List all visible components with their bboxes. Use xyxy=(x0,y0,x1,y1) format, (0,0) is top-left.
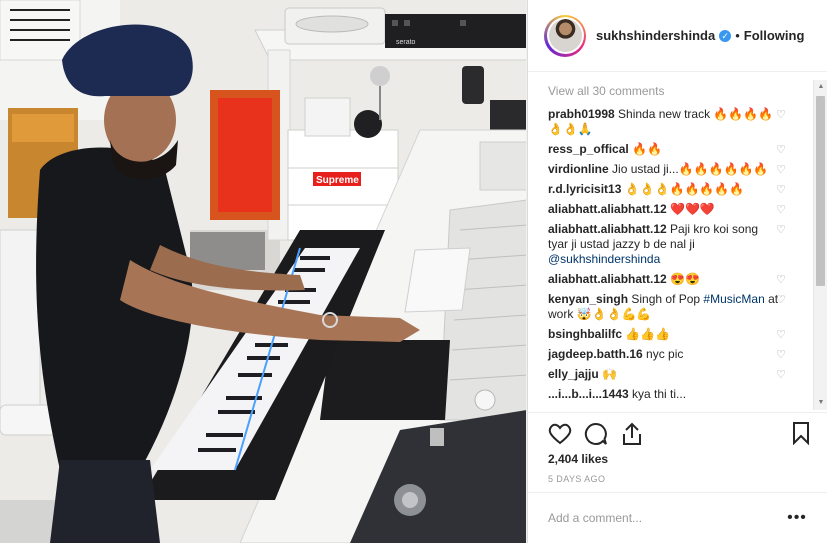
comment-text: 😍😍 xyxy=(666,272,700,286)
like-comment-heart-icon[interactable]: ♡ xyxy=(776,274,788,286)
comment-username[interactable]: ress_p_offical xyxy=(548,142,629,156)
share-icon[interactable] xyxy=(618,420,646,448)
studio-photo-illustration: serato Supreme xyxy=(0,0,526,543)
like-comment-heart-icon[interactable]: ♡ xyxy=(776,109,788,121)
comment-bubble-icon[interactable] xyxy=(582,420,610,448)
comment-username[interactable]: jagdeep.batth.16 xyxy=(548,347,643,361)
comment-text: Singh of Pop xyxy=(628,292,704,306)
add-comment-input[interactable]: Add a comment... xyxy=(548,511,782,525)
post-header: sukhshindershinda ✓ • Following xyxy=(528,0,827,72)
comment-item: prabh01998 Shinda new track 🔥🔥🔥🔥👌👌🙏 ♡ xyxy=(528,107,827,137)
comment-username[interactable]: aliabhatt.aliabhatt.12 xyxy=(548,272,667,286)
comment-item: kenyan_singh Singh of Pop #MusicMan at w… xyxy=(528,292,827,322)
comment-username[interactable]: kenyan_singh xyxy=(548,292,628,306)
comment-username[interactable]: aliabhatt.aliabhatt.12 xyxy=(548,202,667,216)
like-comment-heart-icon[interactable]: ♡ xyxy=(776,164,788,176)
username-link[interactable]: sukhshindershinda xyxy=(596,28,715,43)
like-comment-heart-icon[interactable]: ♡ xyxy=(776,294,788,306)
comment-item: aliabhatt.aliabhatt.12 ❤️❤️❤️ ♡ xyxy=(528,202,827,217)
comment-item: ...i...b...i...1443 kya thi ti... xyxy=(528,387,827,402)
like-comment-heart-icon[interactable]: ♡ xyxy=(776,204,788,216)
comments-scrollbar[interactable]: ▲ ▼ xyxy=(813,80,827,410)
post-details-panel: sukhshindershinda ✓ • Following View all… xyxy=(527,0,827,543)
like-comment-heart-icon[interactable]: ♡ xyxy=(776,329,788,341)
post-photo[interactable]: serato Supreme xyxy=(0,0,527,543)
like-heart-icon[interactable] xyxy=(546,420,574,448)
comment-item: r.d.lyricisit13 👌👌👌🔥🔥🔥🔥🔥 ♡ xyxy=(528,182,827,197)
comment-item: jagdeep.batth.16 nyc pic ♡ xyxy=(528,347,827,362)
comment-username[interactable]: ...i...b...i...1443 xyxy=(548,387,629,401)
comment-hashtag-link[interactable]: #MusicMan xyxy=(703,292,764,306)
comments-list[interactable]: View all 30 comments prabh01998 Shinda n… xyxy=(528,80,827,410)
separator-dot: • xyxy=(735,28,740,43)
comment-text: kya thi ti... xyxy=(628,387,687,401)
comment-text: 👍👍👍 xyxy=(622,327,671,341)
comment-text: 🔥🔥 xyxy=(628,142,662,156)
more-options-icon[interactable]: ••• xyxy=(782,509,812,527)
following-button[interactable]: Following xyxy=(744,28,805,43)
comment-mention-link[interactable]: @sukhshindershinda xyxy=(548,252,660,266)
like-comment-heart-icon[interactable]: ♡ xyxy=(776,369,788,381)
supreme-logo: Supreme xyxy=(316,175,359,186)
like-comment-heart-icon[interactable]: ♡ xyxy=(776,349,788,361)
comment-username[interactable]: r.d.lyricisit13 xyxy=(548,182,621,196)
likes-count[interactable]: 2,404 likes xyxy=(548,452,608,466)
comment-item: ress_p_offical 🔥🔥 ♡ xyxy=(528,142,827,157)
comment-username[interactable]: prabh01998 xyxy=(548,107,615,121)
comment-text: 🙌 xyxy=(598,367,617,381)
post-timestamp: 5 DAYS AGO xyxy=(548,474,606,484)
scroll-up-arrow-icon[interactable]: ▲ xyxy=(814,80,827,94)
avatar[interactable] xyxy=(544,14,586,57)
save-bookmark-icon[interactable] xyxy=(792,421,810,450)
serato-label: serato xyxy=(396,39,416,46)
comment-item: virdionline Jio ustad ji...🔥🔥🔥🔥🔥🔥 ♡ xyxy=(528,162,827,177)
comment-username[interactable]: virdionline xyxy=(548,162,609,176)
comment-item: aliabhatt.aliabhatt.12 Paji kro koi song… xyxy=(528,222,827,267)
verified-badge-icon: ✓ xyxy=(719,29,732,42)
comment-username[interactable]: elly_jajju xyxy=(548,367,599,381)
post-actions-bar xyxy=(528,412,827,454)
comment-text: 👌👌👌🔥🔥🔥🔥🔥 xyxy=(621,182,745,196)
comment-text: ❤️❤️❤️ xyxy=(666,202,715,216)
like-comment-heart-icon[interactable]: ♡ xyxy=(776,224,788,236)
comment-text: Jio ustad ji...🔥🔥🔥🔥🔥🔥 xyxy=(608,162,769,176)
scroll-down-arrow-icon[interactable]: ▼ xyxy=(814,396,827,410)
view-all-comments-link[interactable]: View all 30 comments xyxy=(528,80,827,102)
comment-text: nyc pic xyxy=(642,347,684,361)
comment-item: bsinghbalilfc 👍👍👍 ♡ xyxy=(528,327,827,342)
like-comment-heart-icon[interactable]: ♡ xyxy=(776,144,788,156)
comment-item: elly_jajju 🙌 ♡ xyxy=(528,367,827,382)
like-comment-heart-icon[interactable]: ♡ xyxy=(776,184,788,196)
scrollbar-thumb[interactable] xyxy=(816,96,825,286)
add-comment-area: Add a comment... ••• xyxy=(528,492,827,543)
comment-item: aliabhatt.aliabhatt.12 😍😍 ♡ xyxy=(528,272,827,287)
comment-username[interactable]: bsinghbalilfc xyxy=(548,327,622,341)
comment-username[interactable]: aliabhatt.aliabhatt.12 xyxy=(548,222,667,236)
